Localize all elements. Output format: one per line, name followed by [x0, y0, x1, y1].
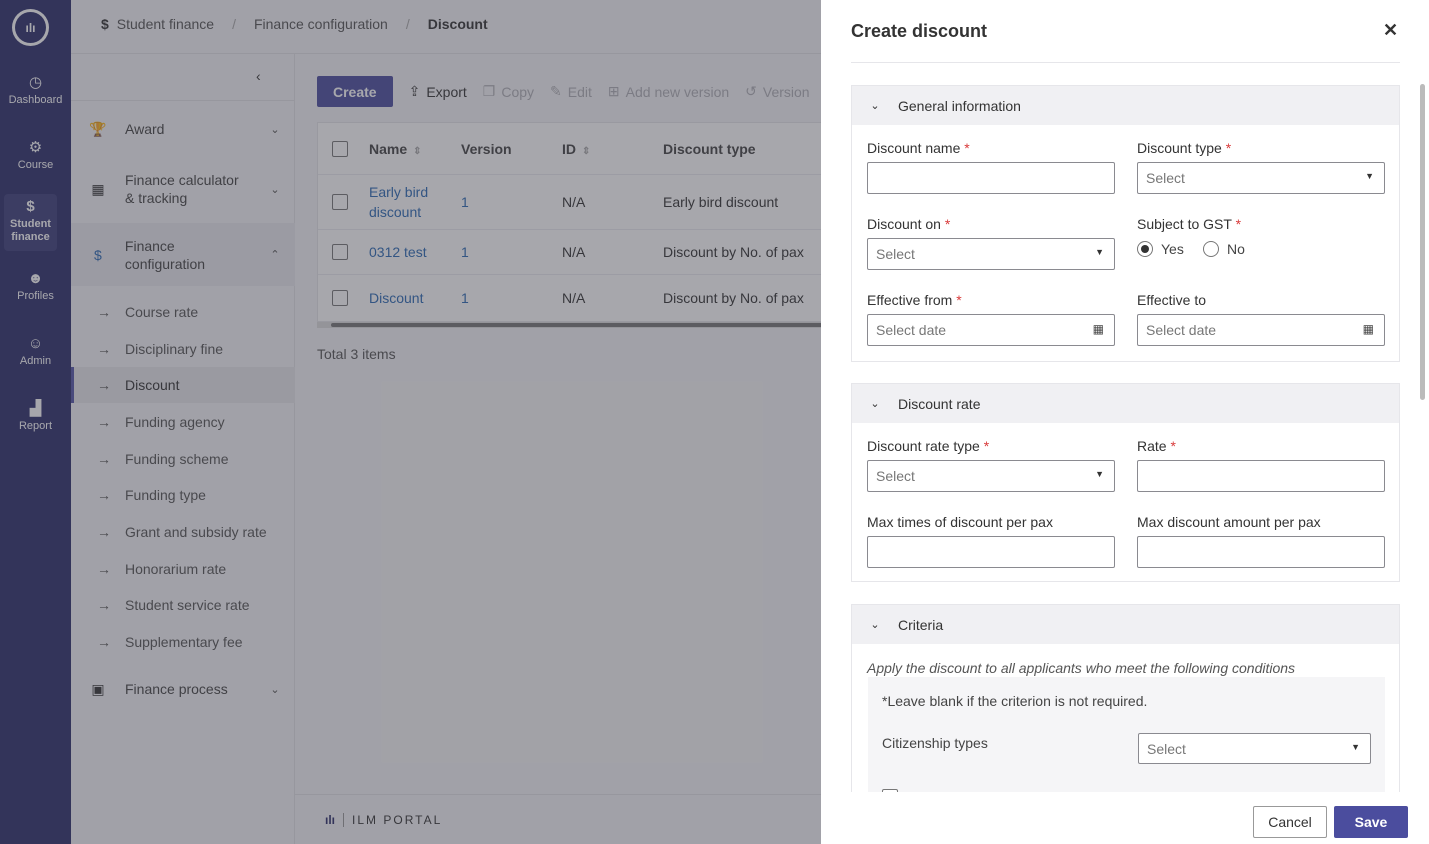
drawer-scrollbar[interactable] — [1419, 70, 1427, 790]
close-icon[interactable]: ✕ — [1383, 20, 1398, 41]
max-amount-label: Max discount amount per pax — [1137, 514, 1321, 530]
citizenship-label: Citizenship types — [882, 735, 988, 751]
effective-from-date[interactable]: Select date ▦ — [867, 314, 1115, 346]
discount-name-input[interactable] — [867, 162, 1115, 194]
chevron-down-icon: ⌄ — [870, 100, 880, 112]
radio-unchecked-icon — [1203, 241, 1219, 257]
blank-note: *Leave blank if the criterion is not req… — [882, 693, 1148, 709]
discount-rate-header[interactable]: ⌄ Discount rate — [852, 384, 1399, 423]
max-times-label: Max times of discount per pax — [867, 514, 1053, 530]
chevron-down-icon: ⌄ — [870, 619, 880, 631]
caret-down-icon: ▼ — [1095, 469, 1104, 479]
caret-down-icon: ▼ — [1351, 742, 1360, 752]
discount-type-select[interactable]: Select ▼ — [1137, 162, 1385, 194]
gst-no-radio[interactable]: No — [1203, 241, 1245, 257]
radio-checked-icon — [1137, 241, 1153, 257]
effective-to-date[interactable]: Select date ▦ — [1137, 314, 1385, 346]
drawer-footer: Cancel Save — [821, 794, 1429, 844]
discount-name-label: Discount name * — [867, 140, 970, 156]
caret-down-icon: ▼ — [1365, 171, 1374, 181]
citizenship-select[interactable]: Select ▼ — [1138, 733, 1371, 764]
calendar-icon: ▦ — [1092, 322, 1104, 336]
effective-to-label: Effective to — [1137, 292, 1207, 308]
criteria-header[interactable]: ⌄ Criteria — [852, 605, 1399, 644]
rate-label: Rate * — [1137, 438, 1176, 454]
criteria-checkbox[interactable] — [882, 789, 898, 792]
rate-type-select[interactable]: Select ▼ — [867, 460, 1115, 492]
criteria-box: *Leave blank if the criterion is not req… — [868, 677, 1385, 792]
general-information-header[interactable]: ⌄ General information — [852, 86, 1399, 125]
criteria-panel: ⌄ Criteria Apply the discount to all app… — [851, 604, 1400, 792]
criteria-note: Apply the discount to all applicants who… — [867, 660, 1296, 676]
max-amount-input[interactable] — [1137, 536, 1385, 568]
chevron-down-icon: ⌄ — [870, 398, 880, 410]
discount-rate-panel: ⌄ Discount rate Discount rate type * Sel… — [851, 383, 1400, 582]
calendar-icon: ▦ — [1362, 322, 1374, 336]
discount-on-select[interactable]: Select ▼ — [867, 238, 1115, 270]
cancel-button[interactable]: Cancel — [1253, 806, 1327, 838]
general-information-panel: ⌄ General information Discount name * Di… — [851, 85, 1400, 362]
create-discount-drawer: Create discount ✕ ⌄ General information … — [821, 0, 1429, 844]
caret-down-icon: ▼ — [1095, 247, 1104, 257]
rate-input[interactable] — [1137, 460, 1385, 492]
effective-from-label: Effective from * — [867, 292, 962, 308]
discount-type-label: Discount type * — [1137, 140, 1232, 156]
max-times-input[interactable] — [867, 536, 1115, 568]
save-button[interactable]: Save — [1334, 806, 1408, 838]
discount-on-label: Discount on * — [867, 216, 951, 232]
subject-gst-label: Subject to GST * — [1137, 216, 1242, 232]
rate-type-label: Discount rate type * — [867, 438, 990, 454]
drawer-title: Create discount — [851, 21, 988, 41]
modal-overlay[interactable] — [0, 0, 821, 844]
gst-yes-radio[interactable]: Yes — [1137, 241, 1184, 257]
